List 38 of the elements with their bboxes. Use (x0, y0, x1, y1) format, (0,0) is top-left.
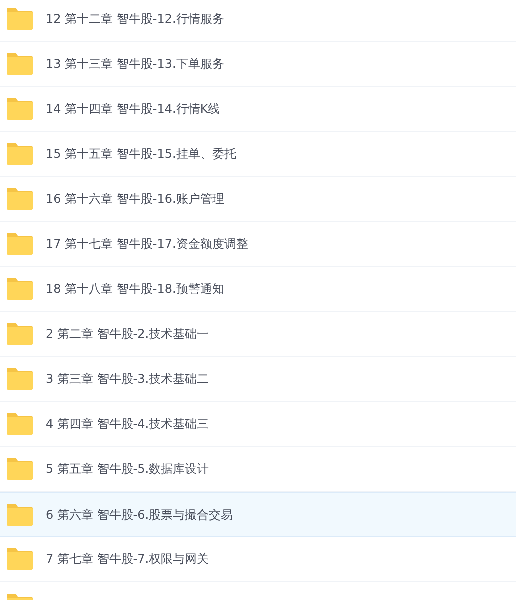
folder-icon (7, 368, 33, 390)
folder-icon (7, 548, 33, 570)
folder-icon (7, 504, 33, 526)
folder-name: 7 第七章 智牛股-7.权限与网关 (46, 551, 210, 568)
folder-name: 5 第五章 智牛股-5.数据库设计 (46, 461, 210, 478)
folder-icon (7, 98, 33, 120)
folder-name: 14 第十四章 智牛股-14.行情K线 (46, 101, 220, 118)
folder-icon (7, 188, 33, 210)
folder-icon (7, 278, 33, 300)
folder-icon (7, 53, 33, 75)
folder-name: 4 第四章 智牛股-4.技术基础三 (46, 416, 210, 433)
file-row[interactable]: 15 第十五章 智牛股-15.挂单、委托 (0, 132, 516, 177)
file-row[interactable]: 6 第六章 智牛股-6.股票与撮合交易 (0, 492, 516, 537)
folder-icon (7, 8, 33, 30)
file-row[interactable]: 16 第十六章 智牛股-16.账户管理 (0, 177, 516, 222)
file-row[interactable]: 17 第十七章 智牛股-17.资金额度调整 (0, 222, 516, 267)
folder-icon (7, 233, 33, 255)
folder-name: 2 第二章 智牛股-2.技术基础一 (46, 326, 210, 343)
file-row[interactable]: 7 第七章 智牛股-7.权限与网关 (0, 537, 516, 582)
file-row[interactable]: 4 第四章 智牛股-4.技术基础三 (0, 402, 516, 447)
folder-name: 15 第十五章 智牛股-15.挂单、委托 (46, 146, 236, 163)
file-row[interactable]: 3 第三章 智牛股-3.技术基础二 (0, 357, 516, 402)
folder-name: 16 第十六章 智牛股-16.账户管理 (46, 191, 224, 208)
folder-name: 13 第十三章 智牛股-13.下单服务 (46, 56, 224, 73)
file-row[interactable]: 14 第十四章 智牛股-14.行情K线 (0, 87, 516, 132)
file-row[interactable]: 12 第十二章 智牛股-12.行情服务 (0, 0, 516, 42)
folder-name: 12 第十二章 智牛股-12.行情服务 (46, 11, 224, 28)
folder-name: 3 第三章 智牛股-3.技术基础二 (46, 371, 210, 388)
file-row[interactable]: 2 第二章 智牛股-2.技术基础一 (0, 312, 516, 357)
file-row[interactable]: 18 第十八章 智牛股-18.预警通知 (0, 267, 516, 312)
folder-icon (7, 413, 33, 435)
folder-name: 18 第十八章 智牛股-18.预警通知 (46, 281, 224, 298)
file-row[interactable]: 13 第十三章 智牛股-13.下单服务 (0, 42, 516, 87)
folder-icon (7, 458, 33, 480)
folder-icon (7, 323, 33, 345)
folder-name: 17 第十七章 智牛股-17.资金额度调整 (46, 236, 248, 253)
folder-icon (7, 143, 33, 165)
folder-name: 6 第六章 智牛股-6.股票与撮合交易 (46, 506, 234, 524)
